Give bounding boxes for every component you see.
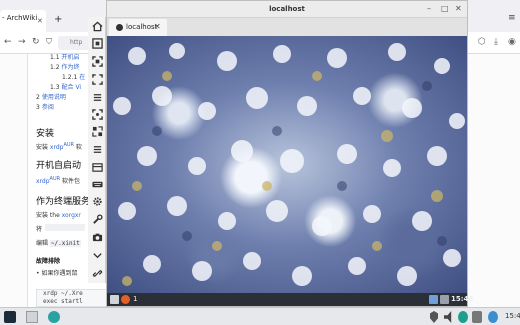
- account-icon[interactable]: ◉: [508, 37, 516, 47]
- chevron-down-icon[interactable]: [91, 249, 103, 261]
- remote-desktop-window: localhost – □ ✕ localhost ✕ 1 15:46: [106, 0, 473, 307]
- reload-icon[interactable]: ↻: [32, 37, 40, 47]
- host-taskbar: 15:4: [0, 307, 520, 325]
- home-icon[interactable]: [91, 20, 103, 32]
- address-bar[interactable]: http: [58, 36, 90, 50]
- tab-close-icon[interactable]: ✕: [37, 17, 43, 25]
- grab-icon[interactable]: [91, 108, 103, 120]
- browser-tab-label: - ArchWiki: [2, 14, 38, 22]
- fit-window-icon[interactable]: [91, 73, 103, 85]
- archwiki-article: 1.1 开机启 1.2 作为终 1.2.1 在 1.3 配合 Vi 2 使用说明 3 参阅 …: [28, 54, 88, 307]
- browser-menu-icon[interactable]: ≡: [508, 13, 516, 23]
- bullet-item: • 如果你遇到鼠: [36, 270, 78, 277]
- paragraph: xrdpAUR 软件包: [36, 176, 81, 185]
- menu-icon[interactable]: [91, 91, 103, 103]
- volume-icon[interactable]: [444, 311, 452, 323]
- maximize-button[interactable]: □: [441, 4, 449, 14]
- camera-icon[interactable]: [91, 231, 103, 243]
- browser-left-margin: [0, 54, 28, 307]
- network-icon[interactable]: [429, 295, 438, 304]
- remote-toolbar: [88, 17, 106, 283]
- remote-taskbar: 1 15:46: [107, 293, 473, 306]
- address-bar-text: http: [70, 39, 83, 46]
- menu-icon[interactable]: [91, 143, 103, 155]
- toc-item[interactable]: 1.2 作为终: [50, 62, 80, 71]
- code-line: exec startl: [43, 298, 83, 305]
- section-heading: 安装: [36, 129, 55, 139]
- toc-item[interactable]: 3 参阅: [36, 102, 54, 111]
- remmina-icon[interactable]: [48, 311, 60, 323]
- paragraph: 安装 the xorgxr: [36, 212, 81, 219]
- shield-icon: ⛉: [46, 37, 52, 46]
- remote-clock[interactable]: 15:46: [451, 295, 473, 303]
- remote-desktop-wallpaper[interactable]: [107, 36, 467, 293]
- toc-item[interactable]: 1.3 配合 Vi: [50, 82, 81, 91]
- remote-connection-icon: [116, 24, 123, 31]
- paragraph: 将: [36, 224, 86, 233]
- window-title: localhost: [269, 5, 305, 13]
- section-heading: 作为终端服务: [36, 197, 88, 207]
- keyboard-icon[interactable]: [91, 178, 103, 190]
- tab-close-icon[interactable]: ✕: [154, 22, 161, 31]
- network-icon[interactable]: [472, 311, 482, 323]
- browser-right-margin: [466, 54, 520, 307]
- code-block: xrdp ~/.Xre exec startl: [36, 289, 108, 307]
- start-menu-icon[interactable]: [110, 295, 119, 304]
- new-tab-button[interactable]: +: [54, 15, 62, 25]
- fullscreen-icon[interactable]: [91, 37, 103, 49]
- paragraph: 安装 xrdpAUR 软: [36, 142, 82, 151]
- shield-icon[interactable]: [430, 311, 438, 323]
- disconnect-icon[interactable]: [91, 267, 103, 279]
- connection-tab[interactable]: localhost ✕: [109, 19, 167, 36]
- toc-item[interactable]: 2 使用说明: [36, 92, 66, 101]
- forward-icon[interactable]: →: [18, 37, 26, 47]
- notification-icon[interactable]: [488, 311, 498, 323]
- app-menu-icon[interactable]: [4, 311, 16, 323]
- extension-icon[interactable]: ⬡: [478, 37, 486, 47]
- minimize-button[interactable]: –: [427, 4, 431, 14]
- host-clock[interactable]: 15:4: [505, 312, 520, 320]
- snowy-forest-image: [113, 43, 465, 286]
- toc-item[interactable]: 1.1 开机启: [50, 54, 80, 61]
- window-titlebar[interactable]: localhost – □ ✕: [107, 1, 467, 18]
- shrink-icon[interactable]: [91, 125, 103, 137]
- toc-item[interactable]: 1.2.1 在: [62, 72, 85, 81]
- settings-icon[interactable]: [91, 195, 103, 207]
- volume-icon[interactable]: [440, 295, 449, 304]
- file-manager-icon[interactable]: [26, 311, 38, 323]
- subsection-heading: 故障排除: [36, 258, 61, 265]
- screenshot-icon[interactable]: [91, 161, 103, 173]
- paragraph: 编辑 ~/.xinit: [36, 240, 81, 247]
- close-button[interactable]: ✕: [455, 4, 462, 14]
- scale-icon[interactable]: [91, 55, 103, 67]
- download-icon[interactable]: ⤓: [494, 37, 498, 47]
- section-heading: 开机自启动: [36, 161, 82, 171]
- window-count: 1: [133, 295, 138, 303]
- connection-tab-bar: localhost ✕: [107, 18, 467, 36]
- firefox-icon[interactable]: [121, 295, 130, 304]
- connection-tab-label: localhost: [126, 23, 158, 31]
- tools-icon[interactable]: [91, 213, 103, 225]
- tray-app-icon[interactable]: [458, 311, 468, 323]
- back-icon[interactable]: ←: [4, 37, 12, 47]
- code-line: xrdp ~/.Xre: [43, 290, 83, 297]
